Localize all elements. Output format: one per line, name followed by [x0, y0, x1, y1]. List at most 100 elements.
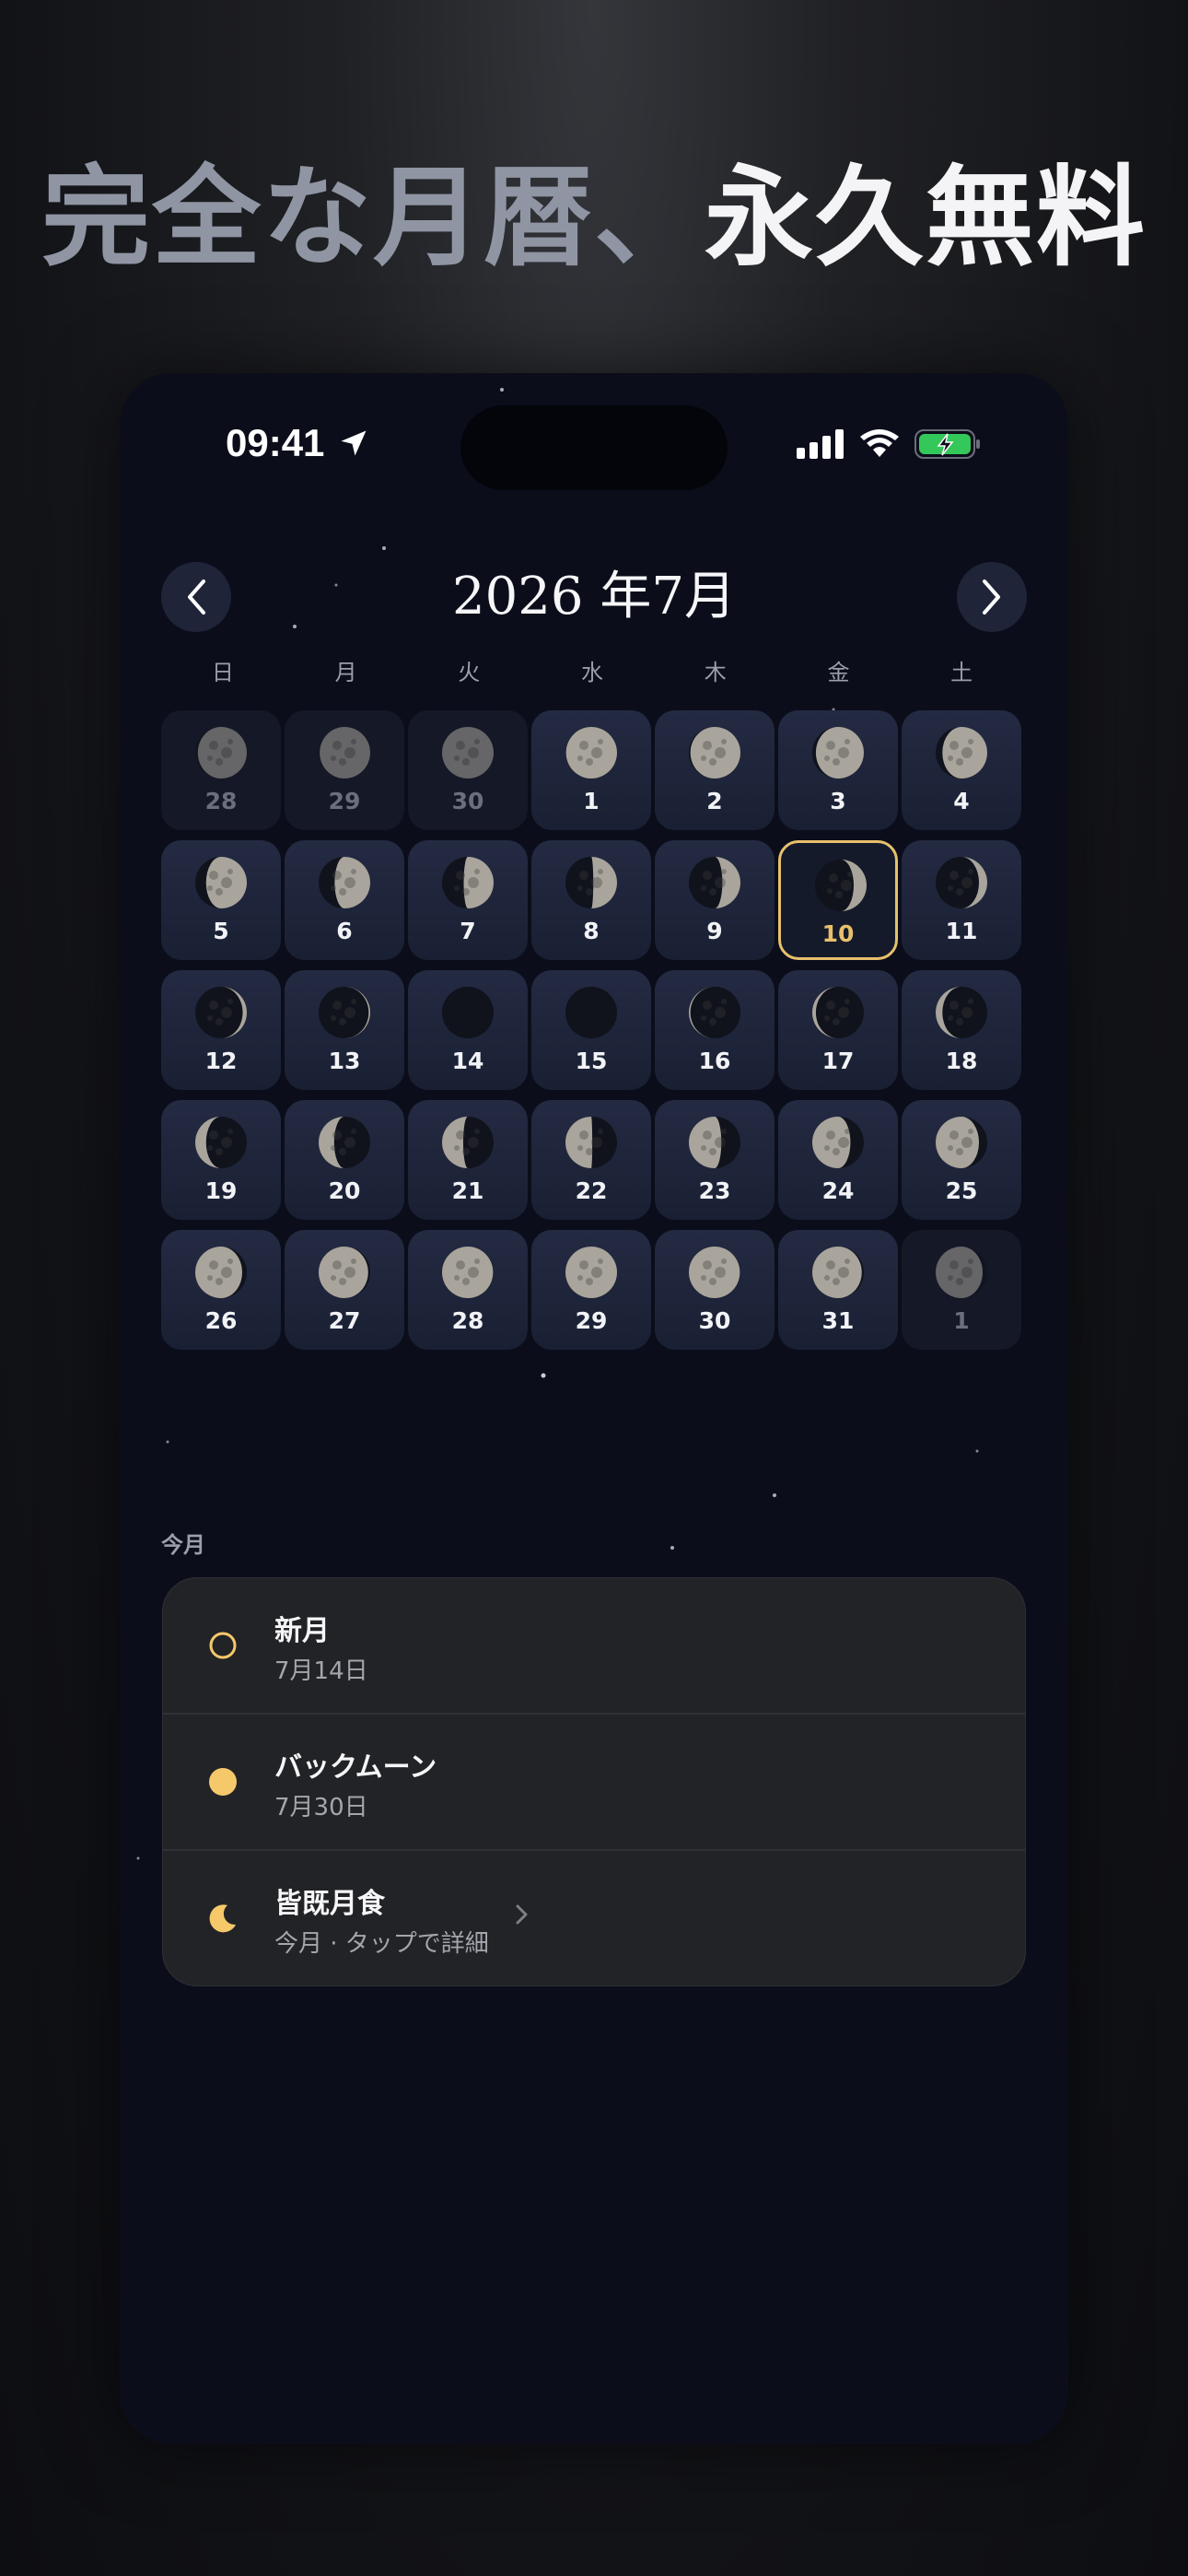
- moon-phase-icon: [565, 1117, 617, 1168]
- moon-crater: [701, 1145, 706, 1151]
- calendar-day[interactable]: 3: [778, 710, 898, 830]
- calendar-day[interactable]: 11: [902, 840, 1021, 960]
- moon-phase-icon: [815, 860, 867, 911]
- calendar-day-number: 7: [460, 918, 476, 944]
- calendar-day[interactable]: 31: [778, 1230, 898, 1350]
- moon-crater: [591, 747, 602, 758]
- moon-crater: [468, 747, 479, 758]
- calendar-day[interactable]: 29: [285, 710, 404, 830]
- calendar-day-number: 22: [575, 1177, 608, 1204]
- moon-crater: [844, 999, 850, 1004]
- month-title: 2026 年7月: [452, 567, 736, 626]
- event-row-full-moon[interactable]: バックムーン 7月30日: [163, 1715, 1025, 1851]
- moon-crater: [215, 1148, 223, 1155]
- moon-crater: [835, 891, 843, 898]
- moon-phase-icon: [689, 857, 740, 908]
- moon-crater: [332, 1001, 342, 1010]
- moon-crater: [703, 1130, 712, 1140]
- moon-crater: [826, 741, 835, 750]
- calendar-day[interactable]: 22: [531, 1100, 651, 1220]
- moon-crater: [826, 1001, 835, 1010]
- calendar-day[interactable]: 5: [161, 840, 281, 960]
- calendar-day[interactable]: 4: [902, 710, 1021, 830]
- moon-crater: [721, 999, 727, 1004]
- calendar-day[interactable]: 25: [902, 1100, 1021, 1220]
- moon-phase-icon: [319, 1117, 370, 1168]
- calendar-day[interactable]: 24: [778, 1100, 898, 1220]
- moon-crater: [331, 1275, 336, 1281]
- calendar-day[interactable]: 14: [408, 970, 528, 1090]
- calendar-day[interactable]: 28: [161, 710, 281, 830]
- phone-frame: 09:41 2026 年7月 日 月 火 水 木 金 土 28 29 30 1 …: [120, 373, 1068, 2444]
- section-label: 今月: [161, 1532, 205, 1558]
- moon-crater: [454, 1145, 460, 1151]
- events-list: 新月 7月14日 バックムーン 7月30日 皆既月食 今月 · タップで詳細: [162, 1577, 1026, 1986]
- moon-crater: [949, 1260, 959, 1270]
- event-subtitle: 今月 · タップで詳細: [274, 1930, 489, 1958]
- moon-crater: [838, 1137, 849, 1148]
- moon-crater: [579, 1260, 588, 1270]
- calendar-day[interactable]: 28: [408, 1230, 528, 1350]
- event-row-eclipse[interactable]: 皆既月食 今月 · タップで詳細: [163, 1851, 1025, 1985]
- calendar-day[interactable]: 20: [285, 1100, 404, 1220]
- moon-phase-icon: [689, 1247, 740, 1298]
- calendar-day-number: 6: [336, 918, 353, 944]
- calendar-day[interactable]: 6: [285, 840, 404, 960]
- calendar-day-number: 17: [821, 1048, 855, 1074]
- moon-crater: [344, 1137, 355, 1148]
- moon-crater: [207, 755, 213, 761]
- moon-crater: [227, 869, 233, 874]
- moon-crater: [968, 1129, 973, 1134]
- calendar-day[interactable]: 9: [655, 840, 775, 960]
- moon-crater: [221, 877, 232, 888]
- moon-crater: [454, 885, 460, 891]
- moon-crater: [949, 741, 959, 750]
- calendar-day[interactable]: 13: [285, 970, 404, 1090]
- moon-crater: [339, 1278, 346, 1285]
- calendar-day[interactable]: 30: [655, 1230, 775, 1350]
- calendar-day[interactable]: 15: [531, 970, 651, 1090]
- calendar-day[interactable]: 8: [531, 840, 651, 960]
- moon-crater: [948, 885, 953, 891]
- moon-crater: [824, 755, 830, 761]
- calendar-day[interactable]: 1: [902, 1230, 1021, 1350]
- moon-phase-icon: [936, 857, 987, 908]
- calendar-day[interactable]: 17: [778, 970, 898, 1090]
- moon-crater: [351, 999, 356, 1004]
- calendar-day-number: 1: [583, 788, 600, 814]
- moon-crater: [339, 758, 346, 766]
- moon-crater: [721, 1259, 727, 1264]
- event-date: 7月30日: [274, 1794, 368, 1821]
- calendar-day[interactable]: 26: [161, 1230, 281, 1350]
- moon-crater: [351, 1129, 356, 1134]
- calendar-day[interactable]: 1: [531, 710, 651, 830]
- moon-phase-icon: [936, 1117, 987, 1168]
- moon-phase-icon: [195, 1117, 247, 1168]
- calendar-day[interactable]: 29: [531, 1230, 651, 1350]
- calendar-day[interactable]: 12: [161, 970, 281, 1090]
- calendar-day[interactable]: 27: [285, 1230, 404, 1350]
- moon-crater: [709, 758, 716, 766]
- calendar-day[interactable]: 23: [655, 1100, 775, 1220]
- moon-crater: [956, 1278, 963, 1285]
- moon-crater: [703, 1001, 712, 1010]
- event-row-new-moon[interactable]: 新月 7月14日: [163, 1578, 1025, 1715]
- calendar-day-number: 4: [953, 788, 970, 814]
- calendar-day[interactable]: 16: [655, 970, 775, 1090]
- moon-phase-icon: [319, 727, 370, 779]
- moon-crater: [456, 741, 465, 750]
- next-month-button[interactable]: [957, 562, 1027, 632]
- calendar-day[interactable]: 7: [408, 840, 528, 960]
- moon-crater: [824, 1015, 830, 1021]
- calendar-day-today[interactable]: 10: [778, 840, 898, 960]
- calendar-day[interactable]: 19: [161, 1100, 281, 1220]
- calendar-day[interactable]: 30: [408, 710, 528, 830]
- calendar-day[interactable]: 21: [408, 1100, 528, 1220]
- moon-crater: [948, 755, 953, 761]
- moon-crater: [456, 1260, 465, 1270]
- calendar-day[interactable]: 2: [655, 710, 775, 830]
- moon-crater: [956, 888, 963, 896]
- moon-crater: [703, 1260, 712, 1270]
- calendar-day[interactable]: 18: [902, 970, 1021, 1090]
- event-date: 7月14日: [274, 1657, 368, 1685]
